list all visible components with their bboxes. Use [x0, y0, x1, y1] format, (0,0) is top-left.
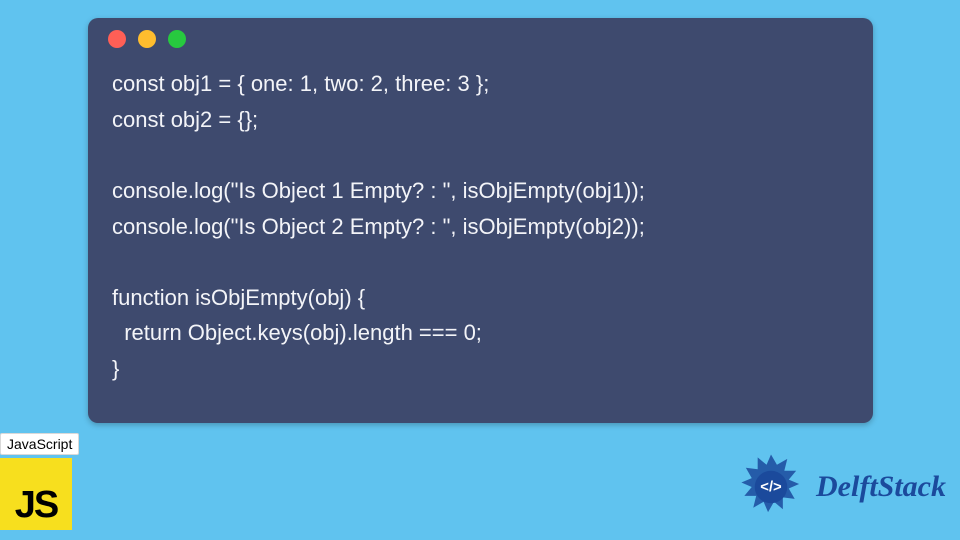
javascript-logo-icon: JS	[0, 458, 72, 530]
code-window: const obj1 = { one: 1, two: 2, three: 3 …	[88, 18, 873, 423]
delftstack-brand: </> DelftStack	[734, 450, 946, 524]
window-titlebar	[88, 18, 873, 60]
code-content: const obj1 = { one: 1, two: 2, three: 3 …	[88, 60, 873, 407]
delftstack-logo-icon: </>	[734, 450, 808, 524]
javascript-label: JavaScript	[0, 433, 79, 455]
javascript-logo-text: JS	[15, 486, 57, 524]
minimize-icon	[138, 30, 156, 48]
maximize-icon	[168, 30, 186, 48]
delftstack-name: DelftStack	[816, 470, 946, 504]
svg-text:</>: </>	[760, 479, 782, 495]
javascript-badge: JavaScript JS	[0, 433, 82, 530]
close-icon	[108, 30, 126, 48]
